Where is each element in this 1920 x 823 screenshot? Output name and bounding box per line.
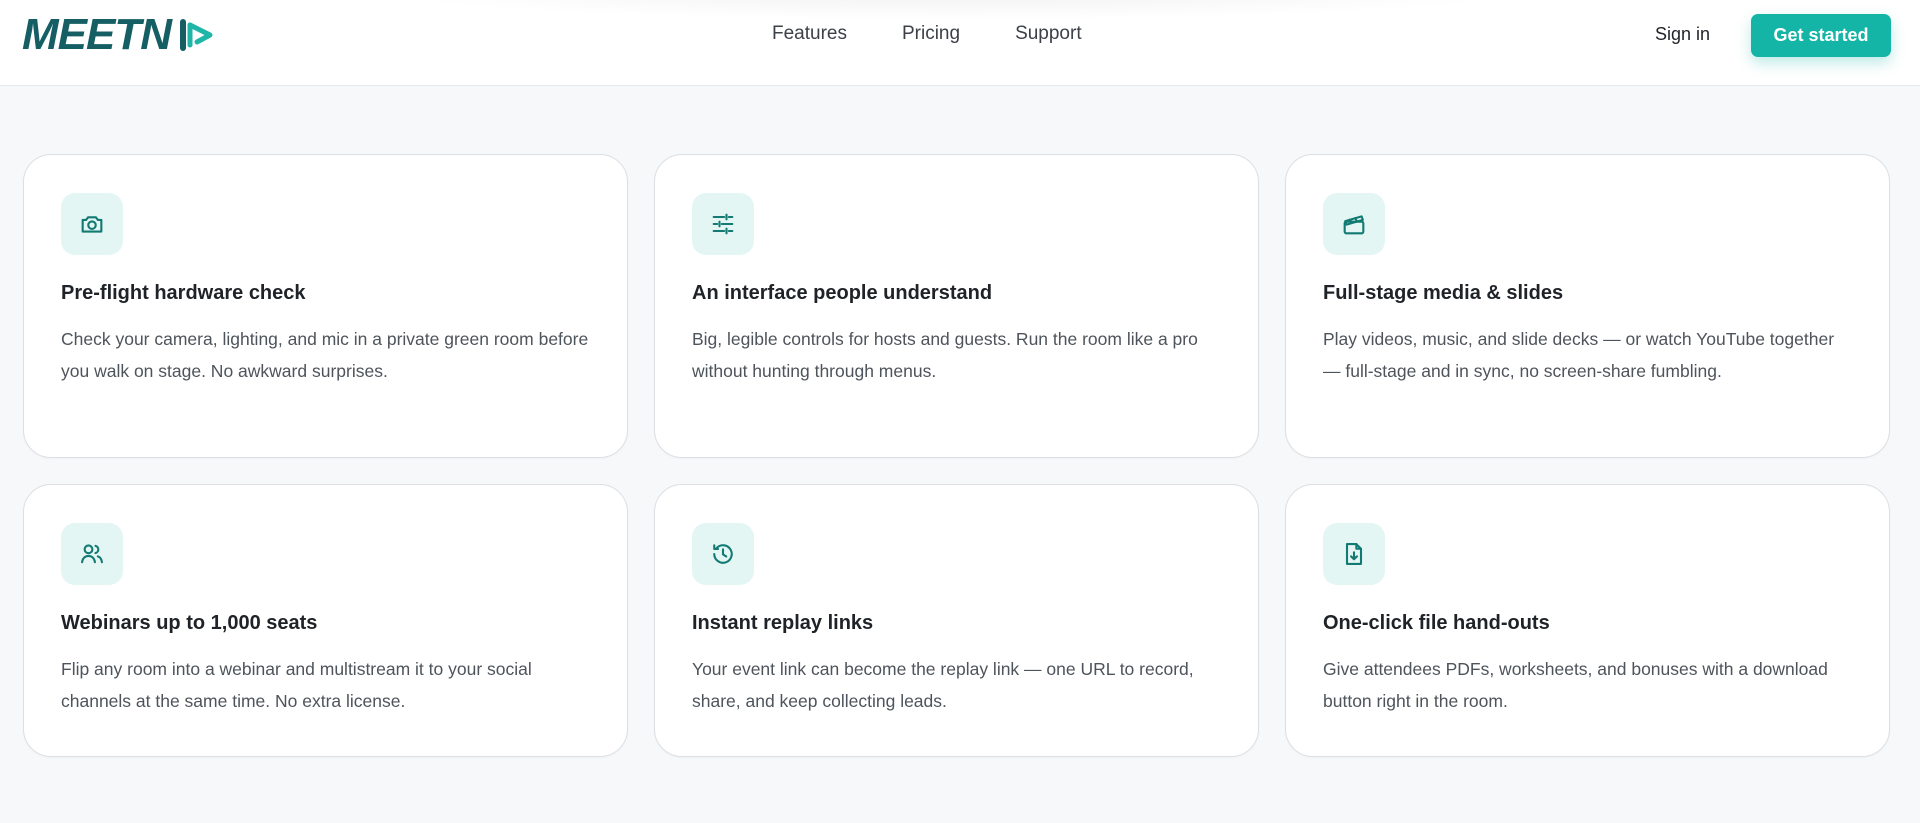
file-download-icon	[1323, 523, 1385, 585]
site-header: MEETN Features Pricing Support Sign in G…	[0, 0, 1920, 86]
feature-card: An interface people understand Big, legi…	[654, 154, 1259, 458]
feature-title: Instant replay links	[692, 612, 874, 634]
feature-description: Flip any room into a webinar and multist…	[61, 659, 532, 711]
clapperboard-icon	[1323, 193, 1385, 255]
feature-title: An interface people understand	[692, 282, 993, 304]
play-logo-icon	[180, 19, 213, 51]
feature-description: Big, legible controls for hosts and gues…	[692, 329, 1198, 381]
sliders-icon	[692, 193, 754, 255]
nav-item-pricing[interactable]: Pricing	[902, 23, 960, 45]
feature-title: Pre-flight hardware check	[61, 282, 306, 304]
nav-item-features[interactable]: Features	[772, 23, 847, 45]
feature-title: Full-stage media & slides	[1323, 282, 1564, 304]
feature-description: Your event link can become the replay li…	[692, 659, 1194, 711]
camera-icon	[61, 193, 123, 255]
feature-title: One-click file hand-outs	[1323, 612, 1550, 634]
feature-card: Full-stage media & slides Play videos, m…	[1285, 154, 1890, 458]
sign-in-link[interactable]: Sign in	[1655, 22, 1710, 46]
users-icon	[61, 523, 123, 585]
feature-title: Webinars up to 1,000 seats	[61, 612, 318, 634]
feature-card: Instant replay links Your event link can…	[654, 484, 1259, 757]
brand-name: MEETN	[22, 10, 172, 59]
feature-card: Pre-flight hardware check Check your cam…	[23, 154, 628, 458]
header-glow	[370, 0, 1540, 20]
get-started-button[interactable]: Get started	[1751, 14, 1891, 57]
nav-item-support[interactable]: Support	[1015, 23, 1082, 45]
feature-description: Give attendees PDFs, worksheets, and bon…	[1323, 659, 1828, 711]
feature-description: Check your camera, lighting, and mic in …	[61, 329, 589, 381]
feature-card: One-click file hand-outs Give attendees …	[1285, 484, 1890, 757]
feature-card: Webinars up to 1,000 seats Flip any room…	[23, 484, 628, 757]
main-nav: Features Pricing Support	[772, 22, 1082, 46]
history-icon	[692, 523, 754, 585]
feature-grid: Pre-flight hardware check Check your cam…	[23, 154, 1890, 757]
feature-description: Play videos, music, and slide decks — or…	[1323, 329, 1835, 381]
brand-logo[interactable]: MEETN	[22, 10, 215, 59]
